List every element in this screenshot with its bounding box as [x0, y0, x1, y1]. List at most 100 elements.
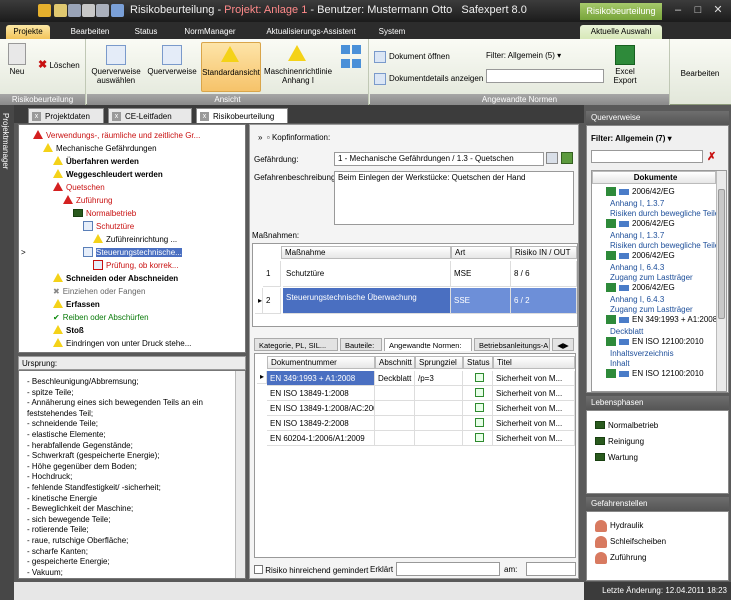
tree-node[interactable]: Weggeschleudert werden [53, 168, 163, 181]
norms-col-docnumber[interactable]: Dokumentnummer [267, 356, 375, 369]
tab-components[interactable]: Bauteile: [340, 338, 382, 351]
cross-ref-section[interactable]: Risiken durch bewegliche Teile [610, 209, 719, 218]
tree-node[interactable]: Zuführung [63, 194, 112, 207]
cross-ref-section[interactable]: Zugang zum Lastträger [610, 273, 693, 282]
norm-cell-doc[interactable]: EN ISO 13849-1:2008/AC:2009 [267, 401, 375, 416]
norm-cell-doc[interactable]: EN ISO 13849-1:2008 [267, 386, 375, 401]
open-document-button[interactable]: Dokument öffnen [374, 51, 484, 63]
hazard-edit-icon[interactable] [546, 152, 558, 164]
norm-cell-doc[interactable]: EN ISO 13849-2:2008 [267, 416, 375, 431]
origin-text-box[interactable]: - Beschleunigung/Abbremsung; - spitze Tei… [18, 370, 246, 579]
close-tab-icon[interactable]: x [200, 112, 209, 121]
cross-ref-section[interactable]: Risiken durch bewegliche Teile [610, 241, 719, 250]
tree-node[interactable]: ✔ Reiben oder Abschürfen [53, 311, 149, 324]
tree-node[interactable]: Prüfung, ob korrek... [93, 259, 178, 272]
norms-col-target[interactable]: Sprungziel [415, 356, 463, 369]
cross-ref-document[interactable]: 2006/42/EG [606, 219, 675, 229]
explained-field[interactable] [396, 562, 500, 576]
collapse-icon[interactable] [352, 59, 362, 68]
tab-category-pl-sil[interactable]: Kategorie, PL, SIL... [254, 338, 338, 351]
norm-cell-titel[interactable]: Sicherheit von M... [493, 371, 575, 386]
minimize-icon[interactable]: – [668, 3, 688, 18]
project-manager-side-tab[interactable]: Projektmanager [0, 105, 14, 600]
norms-col-status[interactable]: Status [463, 356, 493, 369]
close-icon[interactable]: ✕ [708, 3, 728, 18]
tab-normmanager[interactable]: NormManager [176, 25, 244, 39]
danger-zone-item[interactable]: Hydraulik [595, 520, 643, 532]
norm-cell-abs[interactable] [375, 431, 415, 446]
maximize-icon[interactable]: □ [688, 3, 708, 18]
cross-ref-button[interactable]: Querverweise [145, 45, 199, 76]
origin-scrollbar[interactable] [235, 371, 245, 578]
norm-status-icon[interactable] [463, 371, 493, 386]
norm-cell-abs[interactable] [375, 386, 415, 401]
norm-cell-titel[interactable]: Sicherheit von M... [493, 431, 575, 446]
tree-node[interactable]: Normalbetrieb [73, 207, 136, 220]
cross-ref-section[interactable]: Zugang zum Lastträger [610, 305, 693, 314]
cross-ref-document[interactable]: 2006/42/EG [606, 187, 675, 197]
norm-cell-ziel[interactable] [415, 431, 463, 446]
lifecycle-item[interactable]: Wartung [595, 453, 638, 462]
norms-col-section[interactable]: Abschnitt [375, 356, 415, 369]
norm-cell-ziel[interactable] [415, 416, 463, 431]
measures-row-type[interactable]: MSE [451, 261, 511, 287]
cross-ref-scrollbar[interactable] [716, 171, 726, 391]
cross-ref-section[interactable]: Deckblatt [610, 327, 643, 336]
cross-ref-col-documents[interactable]: Dokumente [592, 171, 716, 184]
measures-col-risk[interactable]: Risiko IN / OUT [511, 246, 577, 259]
tree-node[interactable]: Mechanische Gefährdungen [43, 142, 157, 155]
hazard-tree[interactable]: Verwendungs-, räumliche und zeitliche Gr… [18, 124, 246, 353]
checkbox-icon[interactable] [254, 565, 263, 574]
standard-view-button[interactable]: Standardansicht [201, 42, 261, 92]
tab-aktuelle-auswahl[interactable]: Aktuelle Auswahl [580, 25, 662, 39]
norm-cell-ziel[interactable]: /p=3 [415, 371, 463, 386]
norm-cell-titel[interactable]: Sicherheit von M... [493, 401, 575, 416]
tab-status[interactable]: Status [126, 25, 166, 39]
norm-status-icon[interactable] [463, 401, 493, 416]
norm-cell-titel[interactable]: Sicherheit von M... [493, 416, 575, 431]
cross-ref-section[interactable]: Anhang I, 6.4.3 [610, 263, 664, 272]
tree-node[interactable]: Steuerungstechnische... [83, 246, 182, 259]
norms-col-title[interactable]: Titel [493, 356, 575, 369]
tab-aktualisierungs-assistent[interactable]: Aktualisierungs-Assistent [256, 25, 366, 39]
plus-icon[interactable] [340, 45, 350, 54]
hazard-select-icon[interactable] [561, 152, 573, 164]
tree-node[interactable]: Erfassen [53, 298, 100, 311]
tree-node[interactable]: Überfahren werden [53, 155, 139, 168]
norm-cell-abs[interactable] [375, 416, 415, 431]
measures-col-type[interactable]: Art [451, 246, 511, 259]
cross-ref-section[interactable]: Anhang I, 1.3.7 [610, 199, 664, 208]
danger-zone-item[interactable]: Schleifscheiben [595, 536, 666, 548]
expand-icon[interactable] [340, 59, 350, 68]
norm-cell-doc[interactable]: EN 349:1993 + A1:2008 [267, 371, 375, 386]
new-button[interactable]: Neu [4, 43, 30, 76]
cross-ref-section[interactable]: Anhang I, 6.4.3 [610, 295, 664, 304]
tab-applied-norms[interactable]: Angewandte Normen: [384, 338, 472, 351]
measures-col-name[interactable]: Maßnahme [281, 246, 451, 259]
delete-button[interactable]: ✖ Löschen [38, 60, 84, 71]
tree-node[interactable]: Schneiden oder Abschneiden [53, 272, 178, 285]
cross-ref-section[interactable]: Anhang I, 1.3.7 [610, 231, 664, 240]
tab-ce-leitfaden[interactable]: x CE-Leitfaden [108, 108, 192, 123]
norm-cell-titel[interactable]: Sicherheit von M... [493, 386, 575, 401]
tab-scroll-arrows[interactable]: ◀▶ [552, 338, 574, 351]
date-field[interactable] [526, 562, 576, 576]
tree-node[interactable]: Verwendungs-, räumliche und zeitliche Gr… [33, 129, 200, 142]
tab-bearbeiten[interactable]: Bearbeiten [62, 25, 118, 39]
tree-node[interactable]: Schutztüre [83, 220, 134, 233]
filter-dropdown[interactable]: Filter: Allgemein (5) ▾ [486, 51, 606, 60]
cross-ref-document[interactable]: 2006/42/EG [606, 251, 675, 261]
tree-node[interactable]: Eindringen von unter Druck stehe... [53, 337, 191, 350]
cross-ref-search-input[interactable] [591, 150, 703, 163]
tab-projektdaten[interactable]: x Projektdaten [28, 108, 104, 123]
cross-ref-document[interactable]: EN 349:1993 + A1:2008 [606, 315, 717, 325]
norm-cell-abs[interactable]: Deckblatt [375, 371, 415, 386]
danger-zone-item[interactable]: Zuführung [595, 552, 646, 564]
edit-button[interactable]: Bearbeiten [672, 69, 728, 78]
close-tab-icon[interactable]: x [112, 112, 121, 121]
norm-status-icon[interactable] [463, 416, 493, 431]
header-info-toggle[interactable]: » ▫ Kopfinformation: [258, 133, 330, 142]
tab-risikobeurteilung[interactable]: x Risikobeurteilung [196, 108, 288, 123]
measures-row-risk[interactable]: 8 / 6 [511, 261, 577, 287]
filter-search-input[interactable] [486, 69, 604, 83]
